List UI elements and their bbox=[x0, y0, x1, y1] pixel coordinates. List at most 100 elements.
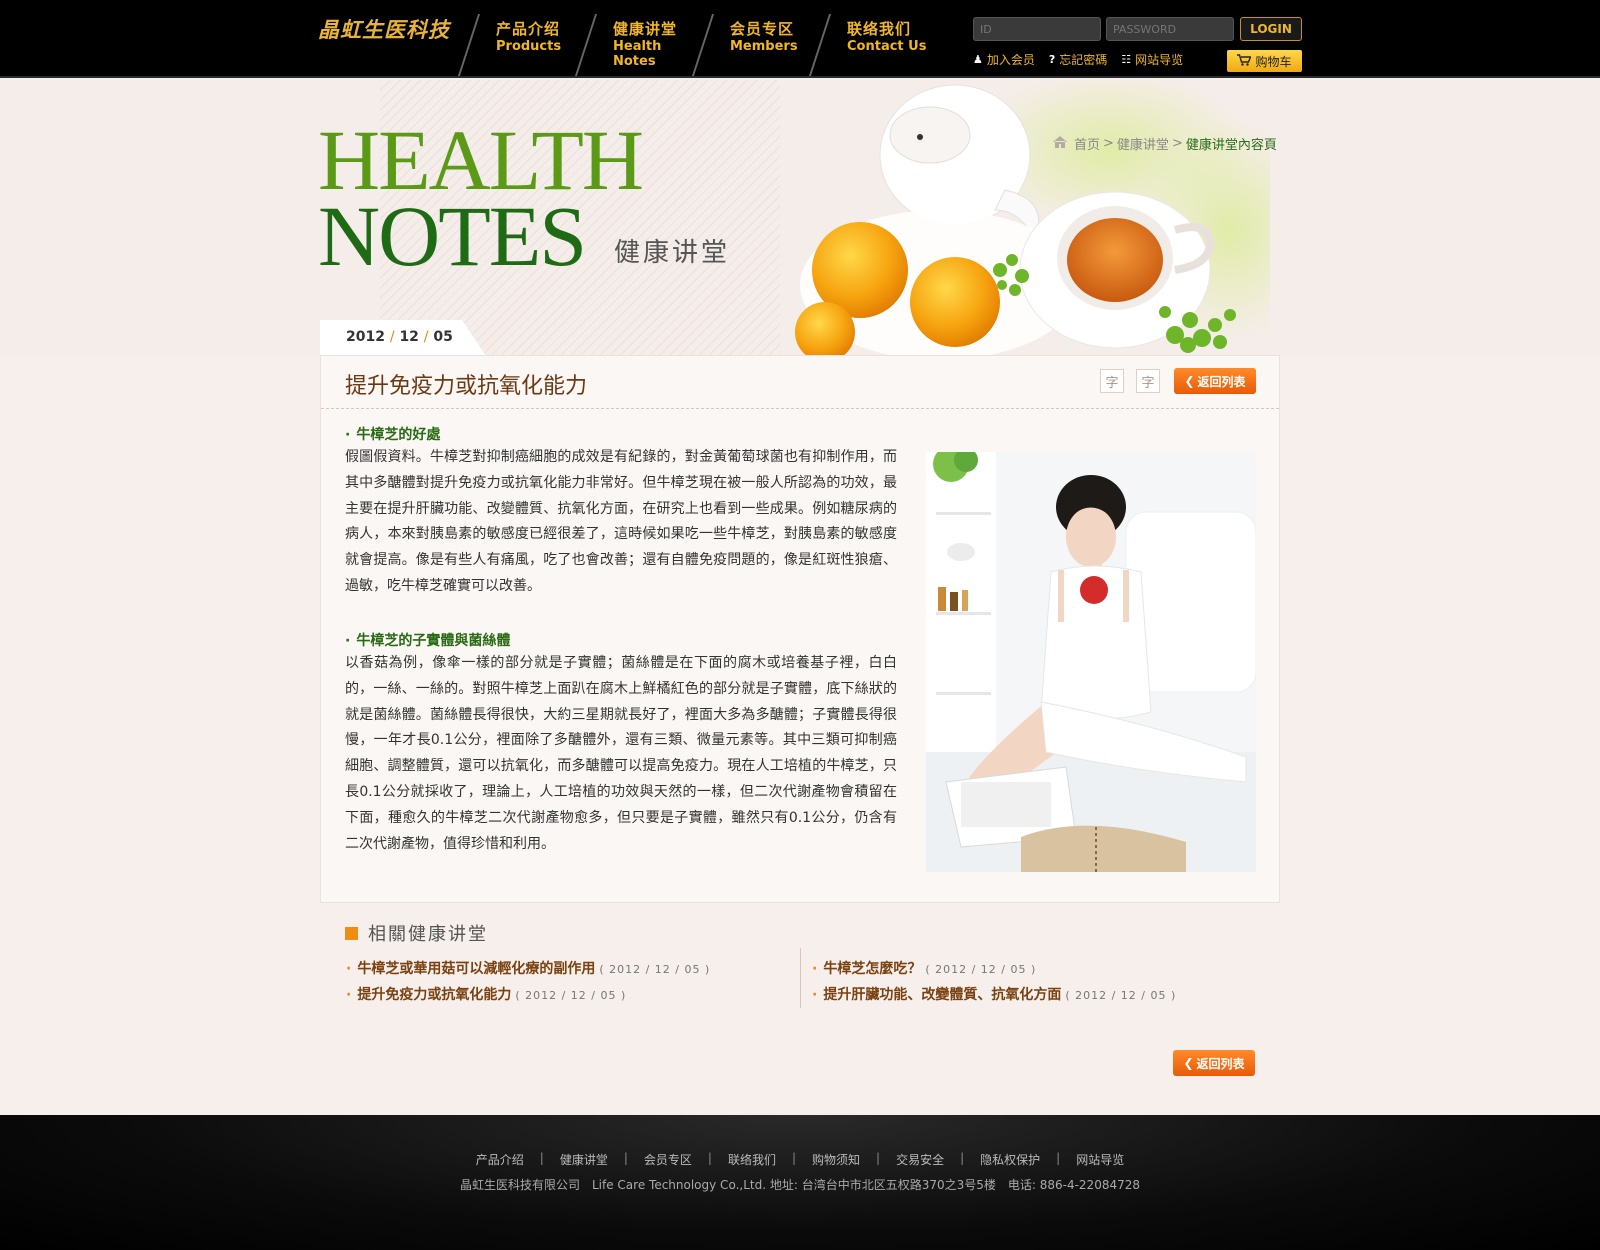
footer-link-health-notes[interactable]: 健康讲堂 bbox=[560, 1151, 608, 1168]
join-member-link[interactable]: ♟ 加入会员 bbox=[973, 51, 1035, 68]
related-link-4[interactable]: · 提升肝臟功能、改變體質、抗氧化方面( 2012 / 12 / 05 ) bbox=[812, 984, 1176, 1004]
section-heading-fruiting-body: · 牛樟芝的子實體與菌絲體 bbox=[345, 630, 510, 650]
footer-link-shopping-notice[interactable]: 购物须知 bbox=[812, 1151, 860, 1168]
back-to-list-label: 返回列表 bbox=[1197, 374, 1246, 389]
nav-contact-en: Contact Us bbox=[847, 39, 927, 54]
date-sep: / bbox=[423, 329, 429, 345]
related-notes-title: 相關健康讲堂 bbox=[345, 920, 488, 946]
section-body-benefits: 假圖假資料。牛樟芝對抑制癌細胞的成效是有紀錄的，對金黃葡萄球菌也有抑制作用，而其… bbox=[345, 449, 897, 594]
breadcrumb-separator: > bbox=[1103, 136, 1114, 151]
cart-label: 购物车 bbox=[1255, 54, 1292, 69]
breadcrumb-current: 健康讲堂內容頁 bbox=[1185, 138, 1277, 153]
bullet-icon: · bbox=[812, 961, 818, 977]
date-year: 2012 bbox=[346, 329, 385, 345]
breadcrumb-separator: > bbox=[1171, 136, 1183, 151]
title-divider bbox=[321, 408, 1279, 409]
nav-contact-cn: 联络我们 bbox=[847, 20, 912, 38]
top-links: ♟ 加入会员 ? 忘記密碼 ☷ 网站导览 bbox=[973, 51, 1197, 68]
nav-health-notes-en: Health Notes bbox=[613, 39, 662, 69]
hero-title-line1: HEALTH bbox=[318, 112, 644, 208]
cart-button[interactable]: 购物车 bbox=[1227, 50, 1302, 72]
nav-products-en: Products bbox=[496, 39, 562, 54]
article-panel: 提升免疫力或抗氧化能力 字 字 ❮ 返回列表 · 牛樟芝的好處 假圖假資料。牛樟芝… bbox=[320, 355, 1280, 903]
breadcrumb-section[interactable]: 健康讲堂 bbox=[1117, 134, 1169, 153]
related-link-2[interactable]: · 提升免疫力或抗氧化能力( 2012 / 12 / 05 ) bbox=[346, 984, 626, 1004]
footer-company-info: 晶虹生医科技有限公司 Life Care Technology Co.,Ltd.… bbox=[459, 1178, 1141, 1192]
related-link-1[interactable]: · 牛樟芝或華用菇可以減輕化療的副作用( 2012 / 12 / 05 ) bbox=[346, 958, 710, 978]
login-button[interactable]: LOGIN bbox=[1240, 17, 1302, 41]
cart-icon bbox=[1237, 53, 1253, 69]
hero-banner: HEALTH NOTES 健康讲堂 首页 > 健康讲堂 > 健康讲堂內容頁 bbox=[0, 80, 1600, 355]
footer-separator: | bbox=[960, 1151, 965, 1165]
forgot-password-link[interactable]: ? 忘記密碼 bbox=[1049, 51, 1107, 68]
site-footer: 产品介绍 | 健康讲堂 | 会员专区 | 联络我们 | 购物须知 | 交易安全 … bbox=[0, 1115, 1600, 1250]
bullet-icon: · bbox=[346, 961, 352, 977]
top-header: 晶虹生医科技 产品介绍 Products 健康讲堂 Health Notes 会… bbox=[0, 0, 1600, 78]
forgot-password-label: 忘記密碼 bbox=[1059, 53, 1108, 67]
user-icon: ♟ bbox=[973, 53, 983, 66]
nav-health-notes-cn: 健康讲堂 bbox=[613, 20, 678, 38]
breadcrumb: 首页 > 健康讲堂 > 健康讲堂內容頁 bbox=[1052, 134, 1277, 153]
main-nav: 产品介绍 Products 健康讲堂 Health Notes 会员专区 Mem… bbox=[457, 0, 936, 78]
square-bullet-icon bbox=[345, 926, 358, 940]
chevron-left-icon: ❮ bbox=[1184, 374, 1195, 388]
article-title: 提升免疫力或抗氧化能力 bbox=[345, 374, 588, 399]
article-date: 2012 / 12 / 05 bbox=[320, 320, 486, 356]
footer-link-products[interactable]: 产品介绍 bbox=[476, 1151, 524, 1168]
home-icon[interactable] bbox=[1052, 135, 1068, 153]
nav-products[interactable]: 产品介绍 Products bbox=[457, 0, 585, 78]
article-woman-apple-image bbox=[926, 452, 1256, 872]
nav-health-notes[interactable]: 健康讲堂 Health Notes bbox=[574, 0, 702, 78]
hero-title-line2: NOTES bbox=[318, 188, 587, 284]
question-icon: ? bbox=[1048, 53, 1056, 66]
login-id-input[interactable] bbox=[973, 17, 1101, 41]
footer-nav: 产品介绍 | 健康讲堂 | 会员专区 | 联络我们 | 购物须知 | 交易安全 … bbox=[0, 1151, 1600, 1168]
footer-link-transaction-security[interactable]: 交易安全 bbox=[896, 1151, 944, 1168]
related-link-3[interactable]: · 牛樟芝怎麼吃？( 2012 / 12 / 05 ) bbox=[812, 958, 1036, 978]
footer-separator: | bbox=[791, 1151, 797, 1165]
back-to-list-button-bottom[interactable]: ❮ 返回列表 bbox=[1173, 1050, 1255, 1076]
bullet-icon: · bbox=[345, 427, 351, 443]
related-link-1-date: ( 2012 / 12 / 05 ) bbox=[599, 963, 711, 976]
sitemap-icon: ☷ bbox=[1121, 53, 1132, 66]
nav-contact[interactable]: 联络我们 Contact Us bbox=[808, 0, 936, 78]
site-logo[interactable]: 晶虹生医科技 bbox=[318, 14, 450, 44]
bullet-icon: · bbox=[812, 987, 818, 1003]
font-size-large-label: 字 bbox=[1141, 375, 1155, 391]
banner-tea-oranges-image bbox=[795, 80, 1270, 355]
back-to-list-button-top[interactable]: ❮ 返回列表 bbox=[1174, 368, 1256, 394]
footer-link-privacy[interactable]: 隐私权保护 bbox=[980, 1151, 1040, 1168]
hero-subtitle: 健康讲堂 bbox=[614, 238, 731, 268]
sitemap-link[interactable]: ☷ 网站导览 bbox=[1121, 51, 1183, 68]
footer-separator: | bbox=[539, 1151, 544, 1165]
footer-separator: | bbox=[876, 1151, 881, 1165]
related-link-4-title: 提升肝臟功能、改變體質、抗氧化方面 bbox=[823, 987, 1062, 1003]
footer-separator: | bbox=[707, 1151, 712, 1165]
font-size-small-button[interactable]: 字 bbox=[1100, 369, 1124, 393]
login-password-input[interactable] bbox=[1106, 17, 1234, 41]
related-link-4-date: ( 2012 / 12 / 05 ) bbox=[1065, 989, 1177, 1002]
breadcrumb-home[interactable]: 首页 bbox=[1074, 134, 1100, 153]
footer-link-members[interactable]: 会员专区 bbox=[644, 1151, 692, 1168]
join-member-label: 加入会员 bbox=[986, 53, 1035, 67]
nav-divider bbox=[457, 14, 481, 76]
footer-link-contact[interactable]: 联络我们 bbox=[728, 1151, 776, 1168]
nav-members[interactable]: 会员专区 Members bbox=[691, 0, 819, 78]
bullet-icon: · bbox=[346, 987, 352, 1003]
date-sep: / bbox=[389, 329, 395, 345]
date-day: 05 bbox=[433, 329, 453, 345]
date-month: 12 bbox=[399, 329, 419, 345]
footer-separator: | bbox=[1056, 1151, 1061, 1165]
footer-link-sitemap[interactable]: 网站导览 bbox=[1076, 1151, 1124, 1168]
related-link-2-date: ( 2012 / 12 / 05 ) bbox=[515, 989, 627, 1002]
font-size-large-button[interactable]: 字 bbox=[1136, 369, 1160, 393]
sitemap-label: 网站导览 bbox=[1135, 53, 1184, 67]
hero-title: HEALTH NOTES bbox=[318, 112, 644, 284]
nav-products-cn: 产品介绍 bbox=[496, 20, 561, 38]
section-heading-benefits-text: 牛樟芝的好處 bbox=[356, 427, 441, 443]
section-heading-benefits: · 牛樟芝的好處 bbox=[345, 424, 440, 444]
related-divider bbox=[800, 948, 801, 1008]
nav-members-cn: 会员专区 bbox=[730, 20, 795, 38]
related-link-2-title: 提升免疫力或抗氧化能力 bbox=[357, 987, 512, 1003]
nav-members-en: Members bbox=[730, 39, 798, 54]
